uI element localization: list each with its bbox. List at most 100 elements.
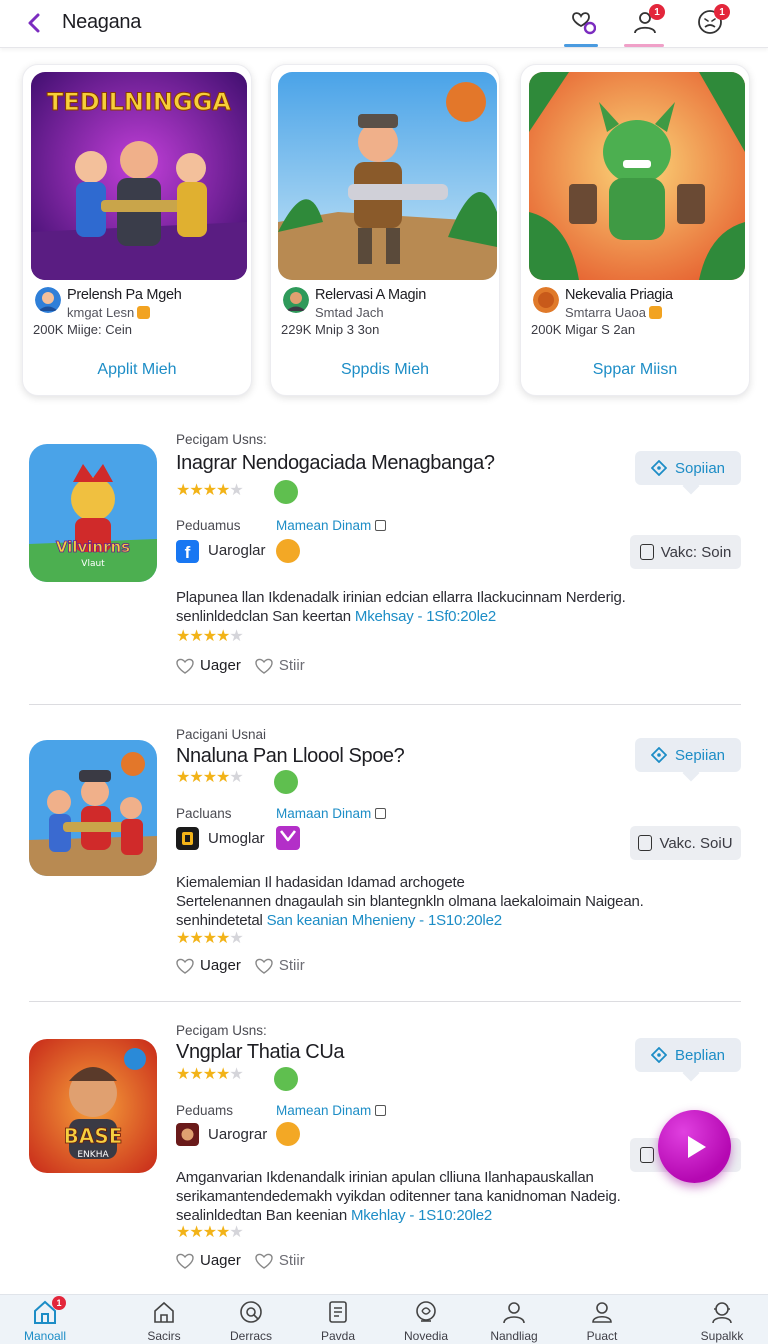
rating-stars: ★★★★★ xyxy=(176,482,244,499)
heart-icon[interactable] xyxy=(176,958,194,974)
nav-item-friends[interactable]: Nandliag xyxy=(471,1299,557,1343)
nav-item-home[interactable]: 1 Manoall xyxy=(2,1296,88,1343)
facebook-icon: f xyxy=(176,540,199,563)
share-button[interactable]: Stiir xyxy=(279,657,305,674)
share-button[interactable]: Stiir xyxy=(279,957,305,974)
card-image xyxy=(278,72,497,280)
share-button[interactable]: Stiir xyxy=(279,1252,305,1269)
coin-icon xyxy=(137,306,151,319)
item-thumbnail[interactable]: Vilvinrns Vlaut xyxy=(29,444,157,582)
favorites-button[interactable] xyxy=(566,6,598,38)
coin-icon xyxy=(648,306,662,319)
page-icon xyxy=(638,835,653,851)
heart-outline-icon[interactable] xyxy=(255,958,273,974)
message-badge: 1 xyxy=(714,4,730,20)
nav-label: Novedia xyxy=(403,1329,449,1343)
support-icon xyxy=(712,1302,732,1324)
page-title: Neagana xyxy=(62,11,142,33)
featured-card-2[interactable]: Relervasi A Magin Smtad Jach 229K Mnip 3… xyxy=(270,64,500,396)
nav-badge: 1 xyxy=(52,1296,66,1310)
item-thumbnail[interactable] xyxy=(29,740,157,876)
sick-face-icon xyxy=(274,770,298,794)
document-icon xyxy=(329,1301,347,1323)
item-title[interactable]: Vngplar Thatia CUa xyxy=(176,1041,344,1064)
item-category-link[interactable]: Mamean Dinam xyxy=(276,1103,387,1118)
view-chip[interactable]: Vakc. SoiU xyxy=(630,826,741,860)
save-chip[interactable]: Sepiian xyxy=(635,738,741,772)
person-icon xyxy=(503,1302,525,1324)
card-action-button[interactable]: Sppdis Mieh xyxy=(271,361,499,379)
heart-badge-icon xyxy=(572,12,596,35)
svg-text:ENKHA: ENKHA xyxy=(77,1150,109,1160)
featured-card-1[interactable]: TEDILNINGGA Prelensh Pa Mgeh kmgat Lesn … xyxy=(22,64,252,396)
view-chip[interactable]: Vakc: Soin xyxy=(630,535,741,569)
featured-card-3[interactable]: Nekevalia Priagia Smtarra Uaoa 200K Miga… xyxy=(520,64,750,396)
creator-avatar xyxy=(35,287,61,313)
nav-item-support[interactable]: Supalkk xyxy=(679,1299,765,1343)
card-image: TEDILNINGGA xyxy=(31,72,247,280)
brand-label: Uaroglar xyxy=(208,542,266,559)
item-actions: Uager Stiir xyxy=(176,1252,305,1269)
top-app-bar: Neagana 1 1 xyxy=(0,0,768,48)
notifications-button[interactable]: 1 xyxy=(629,4,665,38)
heart-outline-icon[interactable] xyxy=(255,658,273,674)
nav-item-search[interactable]: Sacirs xyxy=(121,1299,207,1343)
creator-avatar xyxy=(533,287,559,313)
item-kicker: Pacigani Usnai xyxy=(176,727,267,742)
card-subtitle: kmgat Lesn xyxy=(67,305,151,320)
like-button[interactable]: Uager xyxy=(200,1252,241,1269)
nav-item-profile[interactable]: Puact xyxy=(559,1299,645,1343)
item-category-label: Pacluans xyxy=(176,806,232,821)
compass-icon xyxy=(240,1301,262,1323)
nav-item-pages[interactable]: Pavda xyxy=(295,1299,381,1343)
smirk-face-icon xyxy=(276,539,300,563)
item-title[interactable]: Nnaluna Pan Lloool Spoe? xyxy=(176,745,405,768)
divider xyxy=(29,704,741,705)
bottom-navigation: 1 Manoall Sacirs Derracs Pavda Novedia N… xyxy=(0,1294,768,1344)
save-chip[interactable]: Sopiian xyxy=(635,451,741,485)
card-action-button[interactable]: Applit Mieh xyxy=(23,361,251,379)
item-title[interactable]: Inagrar Nendogaciada Menagbanga? xyxy=(176,452,495,475)
card-title: Relervasi A Magin xyxy=(315,287,426,303)
nav-item-news[interactable]: Novedia xyxy=(383,1299,469,1343)
nav-item-discover[interactable]: Derracs xyxy=(208,1299,294,1343)
nav-label: Derracs xyxy=(229,1329,272,1343)
heart-icon[interactable] xyxy=(176,658,194,674)
heart-icon[interactable] xyxy=(176,1253,194,1269)
like-button[interactable]: Uager xyxy=(200,657,241,674)
item-category-link[interactable]: Mamean Dinam xyxy=(276,518,387,533)
house-icon xyxy=(154,1301,174,1323)
item-category-link[interactable]: Mamaan Dinam xyxy=(276,806,387,821)
messages-button[interactable]: 1 xyxy=(694,4,730,38)
svg-text:BASE: BASE xyxy=(64,1124,123,1148)
svg-text:Vlaut: Vlaut xyxy=(81,559,105,569)
heart-outline-icon[interactable] xyxy=(255,1253,273,1269)
card-image xyxy=(529,72,745,280)
item-thumbnail[interactable]: BASE ENKHA xyxy=(29,1039,157,1173)
item-description: Kiemalemian Il hadasidan Idamad archoget… xyxy=(176,874,644,929)
like-button[interactable]: Uager xyxy=(200,957,241,974)
card-stats: 200K Migar S 2an xyxy=(531,322,636,337)
tag-icon xyxy=(650,460,667,476)
app-logo-icon xyxy=(176,1123,199,1146)
chevron-left-icon xyxy=(28,13,40,33)
card-stats: 200K Miige: Cein xyxy=(33,322,132,337)
card-image-title: TEDILNINGGA xyxy=(47,88,231,116)
play-icon xyxy=(687,1135,706,1158)
back-button[interactable] xyxy=(20,8,50,38)
page-icon xyxy=(640,1147,654,1163)
card-subtitle: Smtarra Uaoa xyxy=(565,305,662,320)
rating-stars-secondary: ★★★★★ xyxy=(176,930,244,947)
swirl-icon xyxy=(416,1301,436,1322)
item-category-label: Peduamus xyxy=(176,518,241,533)
play-fab-button[interactable] xyxy=(658,1110,731,1183)
item-description: Plapunea llan Ikdenadalk irinian edcian … xyxy=(176,589,626,625)
card-action-button[interactable]: Sppar Miisn xyxy=(521,361,749,379)
tag-icon xyxy=(650,1047,667,1063)
user-icon xyxy=(592,1302,612,1323)
app-logo-purple-icon xyxy=(276,826,300,850)
save-chip[interactable]: Beplian xyxy=(635,1038,741,1072)
rating-stars-secondary: ★★★★★ xyxy=(176,628,244,645)
notification-badge: 1 xyxy=(649,4,665,20)
item-kicker: Pecigam Usns: xyxy=(176,1023,267,1038)
